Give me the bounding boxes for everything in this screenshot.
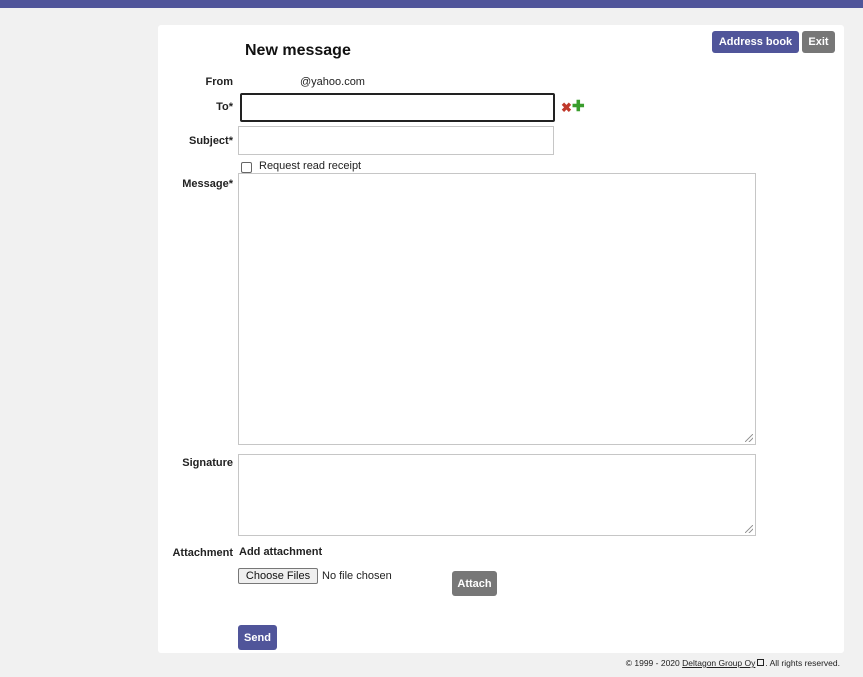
message-label: Message*	[182, 178, 233, 190]
add-recipient-icon[interactable]: ✚	[572, 99, 585, 114]
attachment-label: Attachment	[172, 547, 233, 559]
attach-button[interactable]: Attach	[452, 571, 497, 596]
signature-textarea[interactable]	[238, 454, 756, 536]
company-link[interactable]: Deltagon Group Oy	[682, 658, 755, 668]
to-field[interactable]	[240, 93, 555, 122]
subject-label: Subject*	[188, 135, 233, 147]
to-label: To*	[216, 101, 233, 113]
from-label: From	[205, 76, 234, 88]
external-link-icon	[757, 659, 765, 666]
exit-button[interactable]: Exit	[802, 31, 835, 53]
address-book-button[interactable]: Address book	[712, 31, 799, 53]
send-button[interactable]: Send	[238, 625, 277, 650]
read-receipt-checkbox[interactable]	[241, 162, 252, 173]
no-file-chosen-text: No file chosen	[322, 570, 392, 582]
page-title: New message	[245, 42, 351, 59]
top-accent-bar	[0, 0, 863, 8]
subject-field[interactable]	[238, 126, 554, 155]
choose-files-button[interactable]: Choose Files	[238, 568, 318, 584]
add-attachment-heading: Add attachment	[239, 546, 323, 558]
rights-text: . All rights reserved.	[765, 658, 840, 668]
footer: © 1999 - 2020 Deltagon Group Oy . All rig…	[0, 658, 840, 668]
compose-panel: New message Address book Exit From @yaho…	[158, 25, 844, 653]
message-textarea[interactable]	[238, 173, 756, 445]
copyright-text: © 1999 - 2020	[625, 658, 680, 668]
remove-recipient-icon[interactable]: ✖	[561, 101, 572, 114]
from-value: @yahoo.com	[300, 76, 365, 88]
read-receipt-label: Request read receipt	[259, 160, 362, 172]
resize-handle-icon[interactable]	[745, 434, 753, 442]
signature-label: Signature	[182, 457, 233, 469]
resize-handle-icon[interactable]	[745, 525, 753, 533]
